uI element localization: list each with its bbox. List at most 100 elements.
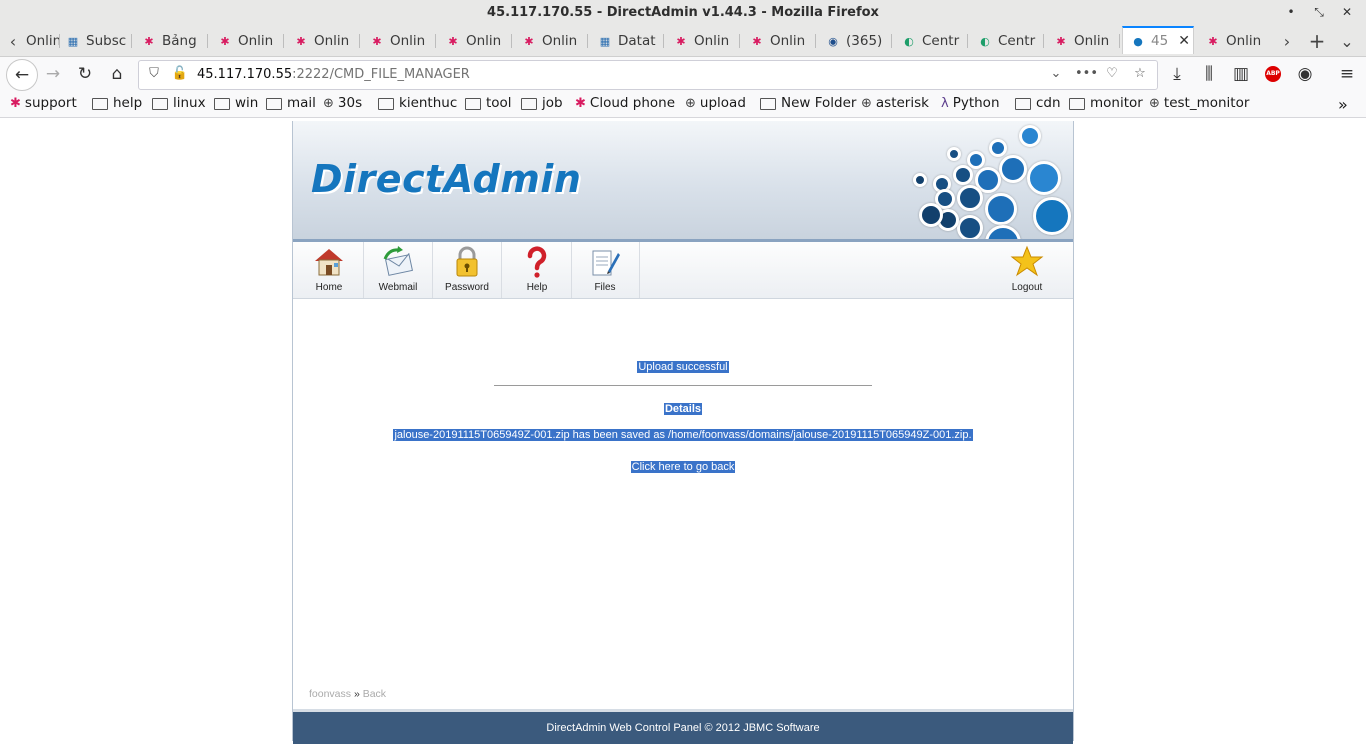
bookmark-kienthuc[interactable]: kienthuc [378,95,457,111]
bookmark-cloud-phone[interactable]: ✱ Cloud phone [575,95,675,111]
close-window-icon[interactable]: ✕ [1338,3,1356,21]
help-question-icon [527,246,547,278]
library-icon[interactable]: ⫼ [1196,62,1222,86]
tab-15[interactable]: ✱ Onlin [1054,26,1120,56]
tab-favicon-icon: ✱ [1056,34,1066,48]
minimize-icon[interactable]: • [1282,3,1300,21]
bookmarks-toolbar: ✱ support help linux win mail ⊕ 30s kienth… [0,91,1366,118]
url-text[interactable]: 45.117.170.55:2222/CMD_FILE_MANAGER [197,67,470,82]
downloads-icon[interactable]: ⤓ [1164,62,1190,86]
globe-icon: ⊕ [861,95,872,111]
tab-9[interactable]: ▦ Datat [598,26,664,56]
tab-10[interactable]: ✱ Onlin [674,26,740,56]
home-icon[interactable]: ⌂ [104,62,130,86]
tab-6[interactable]: ✱ Onlin [370,26,436,56]
bookmark-label: job [542,95,563,111]
globe-icon: ⊕ [1149,95,1160,111]
tab-11[interactable]: ✱ Onlin [750,26,816,56]
page-actions-icon[interactable]: ••• [1075,65,1098,83]
bookmark-tool[interactable]: tool [465,95,512,111]
tab-favicon-icon: ✱ [220,34,230,48]
logout-star-icon [1010,245,1044,277]
tab-label: Onlin [694,33,730,49]
bookmark-label: linux [173,95,206,111]
tab-active[interactable]: ● 45 ✕ [1122,26,1194,54]
bookmark-cdn[interactable]: cdn [1015,95,1061,111]
tabs-list-icon[interactable]: ⌄ [1336,26,1358,56]
tab-favicon-icon: ▦ [599,34,611,48]
folder-icon [760,98,776,110]
tab-favicon-icon: ✱ [676,34,686,48]
bookmark-support[interactable]: ✱ support [10,95,77,111]
breadcrumb-back-link[interactable]: Back [363,688,386,700]
maximize-icon[interactable]: ⤡ [1310,3,1328,21]
bookmark-star-icon[interactable]: ☆ [1131,65,1149,83]
tab-favicon-icon: ✱ [752,34,762,48]
webmail-icon [383,246,413,276]
tab-8[interactable]: ✱ Onlin [522,26,588,56]
reload-icon[interactable]: ↻ [72,62,98,86]
tab-2[interactable]: ▦ Subsc [66,26,132,56]
toolbar-webmail[interactable]: Webmail [364,242,433,298]
bookmark-label: support [24,95,77,111]
window-title: 45.117.170.55 - DirectAdmin v1.44.3 - Mo… [487,5,879,20]
tab-5[interactable]: ✱ Onlin [294,26,360,56]
tracking-shield-icon[interactable]: ⛉ [145,65,163,83]
account-icon[interactable]: ◉ [1292,62,1318,86]
tab-13[interactable]: ◐ Centr [902,26,968,56]
bookmark-30s[interactable]: ⊕ 30s [323,95,362,111]
bookmark-linux[interactable]: linux [152,95,206,111]
tabs-scroll-left-icon[interactable]: ‹ [2,26,24,56]
bookmark-win[interactable]: win [214,95,258,111]
insecure-lock-icon[interactable]: 🔓 [171,65,189,83]
sidebar-icon[interactable]: ▥ [1228,62,1254,86]
directadmin-page: DirectAdmin Home Webmail Password Help F… [292,121,1074,744]
tab-4[interactable]: ✱ Onlin [218,26,284,56]
bookmark-monitor[interactable]: monitor [1069,95,1143,111]
details-heading: Details [663,403,703,415]
folder-icon [214,98,230,110]
tab-3[interactable]: ✱ Bảng [142,26,208,56]
bookmark-asterisk[interactable]: ⊕ asterisk [861,95,929,111]
url-bar[interactable]: ⛉ 🔓 45.117.170.55:2222/CMD_FILE_MANAGER … [138,60,1158,90]
url-dropdown-icon[interactable]: ⌄ [1047,65,1065,83]
bookmark-label: win [235,95,259,111]
bookmarks-overflow-icon[interactable]: » [1338,95,1348,114]
bookmark-mail[interactable]: mail [266,95,316,111]
tab-favicon-icon: ▦ [67,34,79,48]
toolbar-password[interactable]: Password [433,242,502,298]
tabs-scroll-right-icon[interactable]: › [1276,26,1298,56]
bookmark-help[interactable]: help [92,95,142,111]
bookmark-label: asterisk [875,95,929,111]
close-tab-icon[interactable]: ✕ [1178,33,1190,49]
bookmark-python[interactable]: λ Python [941,95,1000,111]
tab-17[interactable]: ✱ Onlin [1206,26,1272,56]
toolbar-home[interactable]: Home [295,242,364,298]
tab-1[interactable]: Onlin [26,26,60,56]
bookmark-label: mail [287,95,316,111]
bookmark-upload[interactable]: ⊕ upload [685,95,746,111]
back-icon[interactable]: ← [6,59,38,91]
bookmark-job[interactable]: job [521,95,563,111]
go-back-link[interactable]: Click here to go back [630,461,736,473]
menu-icon[interactable]: ≡ [1334,62,1360,86]
adblock-icon[interactable]: ABP [1260,62,1286,86]
toolbar-help[interactable]: Help [503,242,572,298]
toolbar-logout[interactable]: Logout [993,242,1061,298]
directadmin-logo: DirectAdmin [311,157,582,201]
breadcrumb-user-link[interactable]: foonvass [309,688,351,700]
tab-14[interactable]: ◐ Centr [978,26,1044,56]
forward-icon[interactable]: → [40,62,66,86]
tab-7[interactable]: ✱ Onlin [446,26,512,56]
toolbar-label: Password [445,282,489,293]
bookmark-test-monitor[interactable]: ⊕ test_monitor [1149,95,1249,111]
new-tab-icon[interactable]: + [1306,26,1328,56]
tab-label: Bảng [162,33,197,49]
tab-12[interactable]: ◉ (365) [826,26,892,56]
bookmark-label: kienthuc [399,95,458,111]
upload-status-message: Upload successful [637,361,729,373]
pocket-icon[interactable]: ♡ [1103,65,1121,83]
toolbar-files[interactable]: Files [571,242,640,298]
bookmark-new-folder[interactable]: New Folder [760,95,856,111]
bookmark-label: Cloud phone [589,95,676,111]
